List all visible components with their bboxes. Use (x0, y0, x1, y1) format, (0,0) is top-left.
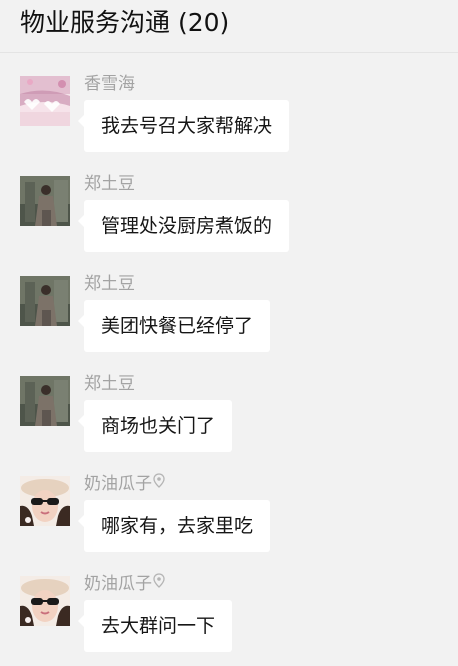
location-pin-icon (153, 473, 165, 495)
message-bubble[interactable]: 美团快餐已经停了 (77, 300, 271, 352)
woman-sunglasses-hat-avatar[interactable] (20, 476, 70, 526)
sender-name[interactable]: 郑土豆 (84, 273, 135, 295)
message-bubble[interactable]: 我去号召大家帮解决 (77, 100, 290, 152)
sender-name[interactable]: 奶油瓜子 (84, 573, 165, 595)
sender-name-text: 奶油瓜子 (84, 474, 152, 494)
message-bubble[interactable]: 管理处没厨房煮饭的 (77, 200, 290, 252)
group-chat-title[interactable]: 物业服务沟通 (20) (20, 6, 229, 40)
chat-message: 郑土豆 商场也关门了 (0, 373, 458, 466)
message-bubble[interactable]: 哪家有，去家里吃 (77, 500, 271, 552)
woman-standing-photo-avatar[interactable] (20, 176, 70, 226)
chat-header: 物业服务沟通 (20) (0, 0, 458, 53)
chat-message: 奶油瓜子 哪家有，去家里吃 (0, 473, 458, 566)
location-pin-icon (153, 573, 165, 595)
chat-message: 香雪海 我去号召大家帮解决 (0, 73, 458, 166)
sender-name[interactable]: 郑土豆 (84, 173, 135, 195)
woman-sunglasses-hat-avatar[interactable] (20, 576, 70, 626)
woman-standing-photo-avatar[interactable] (20, 276, 70, 326)
sender-name-text: 奶油瓜子 (84, 574, 152, 594)
chat-message: 郑土豆 管理处没厨房煮饭的 (0, 173, 458, 266)
sender-name[interactable]: 郑土豆 (84, 373, 135, 395)
message-bubble[interactable]: 商场也关门了 (77, 400, 233, 452)
chat-message: 奶油瓜子 去大群问一下 (0, 573, 458, 666)
message-bubble[interactable]: 去大群问一下 (77, 600, 233, 652)
sender-name[interactable]: 香雪海 (84, 73, 135, 95)
chat-message: 郑土豆 美团快餐已经停了 (0, 273, 458, 366)
pink-flower-avatar[interactable] (20, 76, 70, 126)
sender-name[interactable]: 奶油瓜子 (84, 473, 165, 495)
woman-standing-photo-avatar[interactable] (20, 376, 70, 426)
